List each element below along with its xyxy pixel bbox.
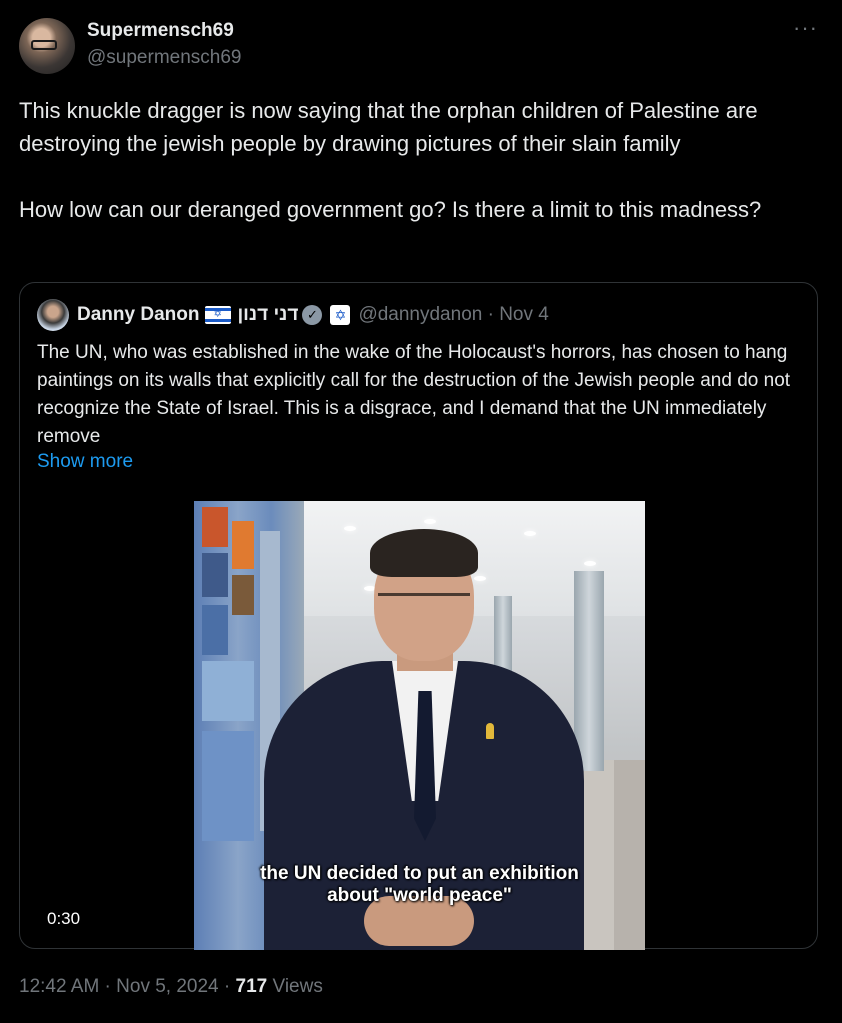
author-handle[interactable]: @supermensch69 [87,47,241,69]
views-count[interactable]: 717 [236,976,268,997]
quoted-tweet-text: The UN, who was established in the wake … [37,342,791,447]
tweet: Supermensch69 @supermensch69 ··· This kn… [0,0,842,1023]
ceiling-light [584,561,596,566]
quoted-tweet-header: Danny Danon ✡ דני דנון ✓ ✡ @dannydanon ·… [77,303,549,327]
author-avatar[interactable] [19,18,75,74]
author-display-name[interactable]: Supermensch69 [87,20,234,42]
quoted-tweet[interactable]: Danny Danon ✡ דני דנון ✓ ✡ @dannydanon ·… [19,282,818,950]
painting [232,521,254,569]
tweet-paragraph: This knuckle dragger is now saying that … [19,98,758,156]
painting [202,553,228,597]
painting [202,605,228,655]
ceiling-light [344,526,356,531]
caption-line: about "world peace" [327,885,512,906]
ceiling-light [474,576,486,581]
show-more-link[interactable]: Show more [37,451,133,473]
painting [202,731,254,841]
tweet-metadata: 12:42 AM · Nov 5, 2024 · 717 Views [19,976,323,998]
tweet-paragraph: How low can our deranged government go? … [19,197,762,222]
painting [202,507,228,547]
video-duration: 0:30 [47,909,81,928]
ceiling-light [524,531,536,536]
affiliation-badge-icon[interactable]: ✡ [330,305,351,325]
yellow-ribbon-pin [486,723,494,739]
video-player[interactable]: the UN decided to put an exhibition abou… [194,501,645,950]
israel-flag-icon: ✡ [205,306,232,324]
quoted-author-handle-date[interactable]: @dannydanon · Nov 4 [358,303,548,327]
tweet-text: This knuckle dragger is now saying that … [19,94,824,226]
speaker-hair [370,529,478,577]
quoted-author-display-name[interactable]: Danny Danon [77,303,199,327]
caption-line: the UN decided to put an exhibition [260,863,579,884]
more-options-icon[interactable]: ··· [793,17,818,39]
quoted-author-avatar[interactable] [37,299,69,331]
painting [202,661,254,721]
video-pillar [574,571,604,771]
avatar-glasses [31,40,57,50]
views-label: Views [267,976,323,997]
quoted-author-hebrew-name[interactable]: דני דנון [237,303,298,327]
painting [232,575,254,615]
verified-badge-icon[interactable]: ✓ [302,305,323,325]
tweet-timestamp[interactable]: 12:42 AM · Nov 5, 2024 · [19,976,236,997]
ceiling-light [424,519,436,524]
speaker-glasses [378,593,470,616]
video-caption: the UN decided to put an exhibition abou… [194,863,645,907]
